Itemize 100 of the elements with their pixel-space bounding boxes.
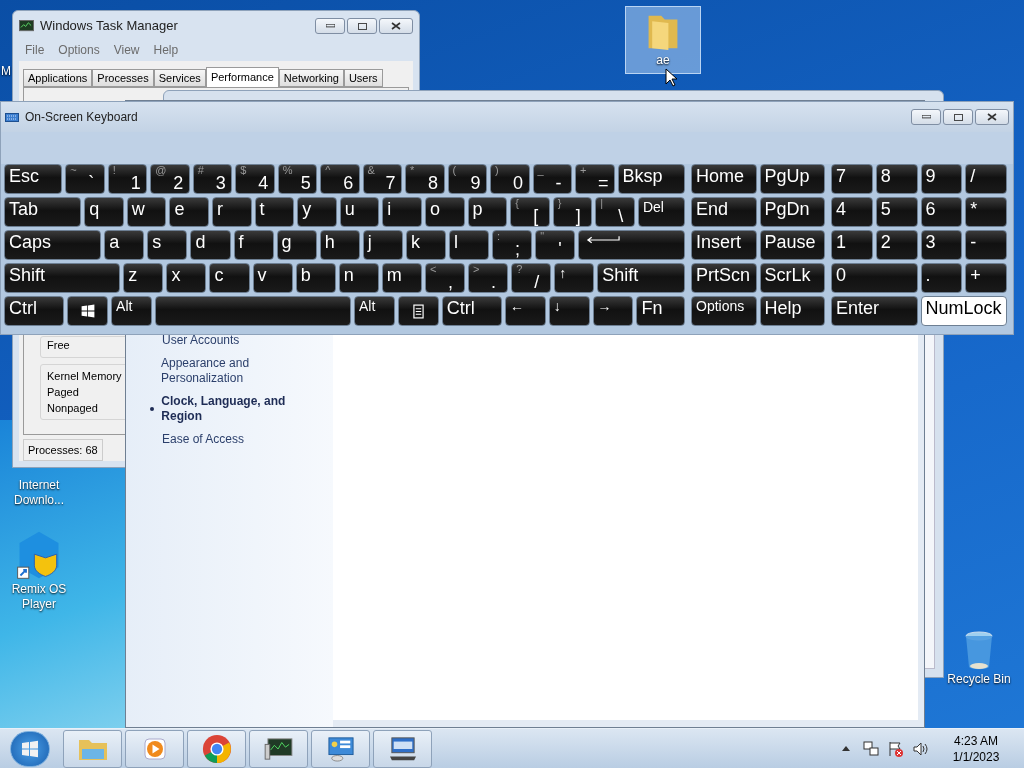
keyboard-key[interactable]: ← [504, 296, 546, 326]
keyboard-key[interactable]: @ 2 [150, 164, 190, 194]
keyboard-key[interactable]: d [190, 230, 231, 260]
keyboard-key[interactable]: : ; [492, 230, 533, 260]
keyboard-key[interactable]: Pause [759, 230, 825, 260]
keyboard-key[interactable]: p [467, 197, 508, 227]
keyboard-key[interactable]: > . [468, 263, 509, 293]
keyboard-key[interactable]: Enter [831, 296, 918, 326]
keyboard-key[interactable]: w [126, 197, 167, 227]
keyboard-key[interactable]: ScrLk [759, 263, 825, 293]
keyboard-key[interactable]: Alt [354, 296, 395, 326]
keyboard-key[interactable]: v [252, 263, 293, 293]
tab[interactable]: Users [343, 69, 383, 87]
keyboard-key[interactable]: l [449, 230, 490, 260]
keyboard-key[interactable]: % 5 [277, 164, 318, 194]
keyboard-key[interactable]: PgDn [759, 197, 825, 227]
keyboard-key[interactable]: Help [759, 296, 825, 326]
keyboard-key[interactable]: & 7 [362, 164, 403, 194]
keyboard-key[interactable]: 0 [831, 263, 918, 293]
taskbar-button[interactable] [373, 729, 432, 768]
keyboard-key[interactable]: NumLock [920, 296, 1007, 326]
keyboard-key[interactable]: 2 [875, 230, 918, 260]
tab[interactable]: Services [153, 69, 206, 87]
keyboard-key[interactable]: i [382, 197, 422, 227]
keyboard-key[interactable]: Alt [111, 296, 152, 326]
keyboard-key[interactable]: 8 [875, 164, 918, 194]
tab[interactable]: Performance [205, 67, 279, 87]
keyboard-key[interactable]: j [362, 230, 403, 260]
keyboard-key[interactable]: * 8 [405, 164, 445, 194]
keyboard-key[interactable]: t [254, 197, 295, 227]
keyboard-key[interactable]: * [965, 197, 1007, 227]
keyboard-key[interactable]: | \ [595, 197, 635, 227]
keyboard-key[interactable]: 1 [831, 230, 873, 260]
keyboard-key[interactable]: s [147, 230, 188, 260]
minimize-button[interactable] [911, 109, 941, 125]
maximize-button[interactable] [347, 18, 377, 34]
keyboard-key[interactable]: + [965, 263, 1007, 293]
keyboard-key[interactable]: y [297, 197, 337, 227]
keyboard-key[interactable]: k [405, 230, 446, 260]
keyboard-key[interactable]: Shift [597, 263, 685, 293]
keyboard-key[interactable]: Shift [4, 263, 121, 293]
keyboard-key[interactable]: _ - [532, 164, 573, 194]
keyboard-key[interactable]: c [209, 263, 250, 293]
keyboard-key[interactable] [397, 296, 439, 326]
keyboard-key[interactable]: ? / [511, 263, 552, 293]
menu-item[interactable]: Help [153, 41, 179, 59]
keyboard-key[interactable]: z [123, 263, 164, 293]
keyboard-key[interactable]: u [339, 197, 380, 227]
keyboard-key[interactable]: 3 [920, 230, 963, 260]
keyboard-key[interactable]: q [84, 197, 124, 227]
sidebar-link[interactable]: Ease of Access [150, 432, 320, 447]
keyboard-key[interactable]: m [381, 263, 422, 293]
menu-item[interactable]: View [113, 41, 140, 59]
start-button[interactable] [10, 730, 50, 767]
sidebar-link[interactable]: Clock, Language, and Region [150, 394, 320, 424]
keyboard-key[interactable]: Options [691, 296, 757, 326]
close-button[interactable] [379, 18, 413, 34]
keyboard-key[interactable]: b [295, 263, 336, 293]
keyboard-key[interactable]: Fn [636, 296, 685, 326]
keyboard-key[interactable]: PrtScn [691, 263, 757, 293]
keyboard-key[interactable]: f [233, 230, 274, 260]
keyboard-key[interactable]: n [338, 263, 379, 293]
keyboard-key[interactable]: $ 4 [235, 164, 275, 194]
keyboard-key[interactable]: } ] [552, 197, 593, 227]
keyboard-key[interactable]: End [691, 197, 757, 227]
keyboard-key[interactable]: Ctrl [4, 296, 65, 326]
keyboard-key[interactable]: h [319, 230, 360, 260]
keyboard-key[interactable]: - [965, 230, 1007, 260]
keyboard-key[interactable]: + = [575, 164, 615, 194]
keyboard-key[interactable]: Del [637, 197, 685, 227]
desktop-icon[interactable]: Recycle Bin [946, 626, 1012, 687]
keyboard-key[interactable]: ) 0 [490, 164, 530, 194]
keyboard-key[interactable]: e [169, 197, 209, 227]
keyboard-key[interactable]: Esc [4, 164, 63, 194]
keyboard-key[interactable]: 5 [875, 197, 918, 227]
tab[interactable]: Networking [278, 69, 344, 87]
keyboard-key[interactable]: . [920, 263, 963, 293]
keyboard-key[interactable]: o [424, 197, 465, 227]
keyboard-key[interactable]: a [104, 230, 145, 260]
keyboard-key[interactable]: ! 1 [107, 164, 148, 194]
keyboard-key[interactable]: ↑ [554, 263, 595, 293]
keyboard-key[interactable]: ~ ` [65, 164, 105, 194]
menu-item[interactable]: File [25, 41, 45, 59]
keyboard-key[interactable]: 4 [831, 197, 873, 227]
keyboard-key[interactable]: / [965, 164, 1007, 194]
keyboard-key[interactable]: ↓ [548, 296, 590, 326]
keyboard-key[interactable]: g [276, 230, 317, 260]
keyboard-key[interactable]: → [592, 296, 634, 326]
keyboard-key[interactable]: Caps [4, 230, 102, 260]
close-button[interactable] [975, 109, 1009, 125]
keyboard-key[interactable]: " ' [535, 230, 576, 260]
minimize-button[interactable] [315, 18, 345, 34]
keyboard-key[interactable] [578, 230, 685, 260]
tab[interactable]: Applications [23, 69, 93, 87]
keyboard-key[interactable]: x [166, 263, 207, 293]
keyboard-key[interactable]: 7 [831, 164, 873, 194]
desktop-icon[interactable]: M [1, 58, 11, 82]
keyboard-key[interactable]: 6 [920, 197, 963, 227]
keyboard-key[interactable]: Ctrl [441, 296, 502, 326]
keyboard-key[interactable]: ^ 6 [320, 164, 360, 194]
